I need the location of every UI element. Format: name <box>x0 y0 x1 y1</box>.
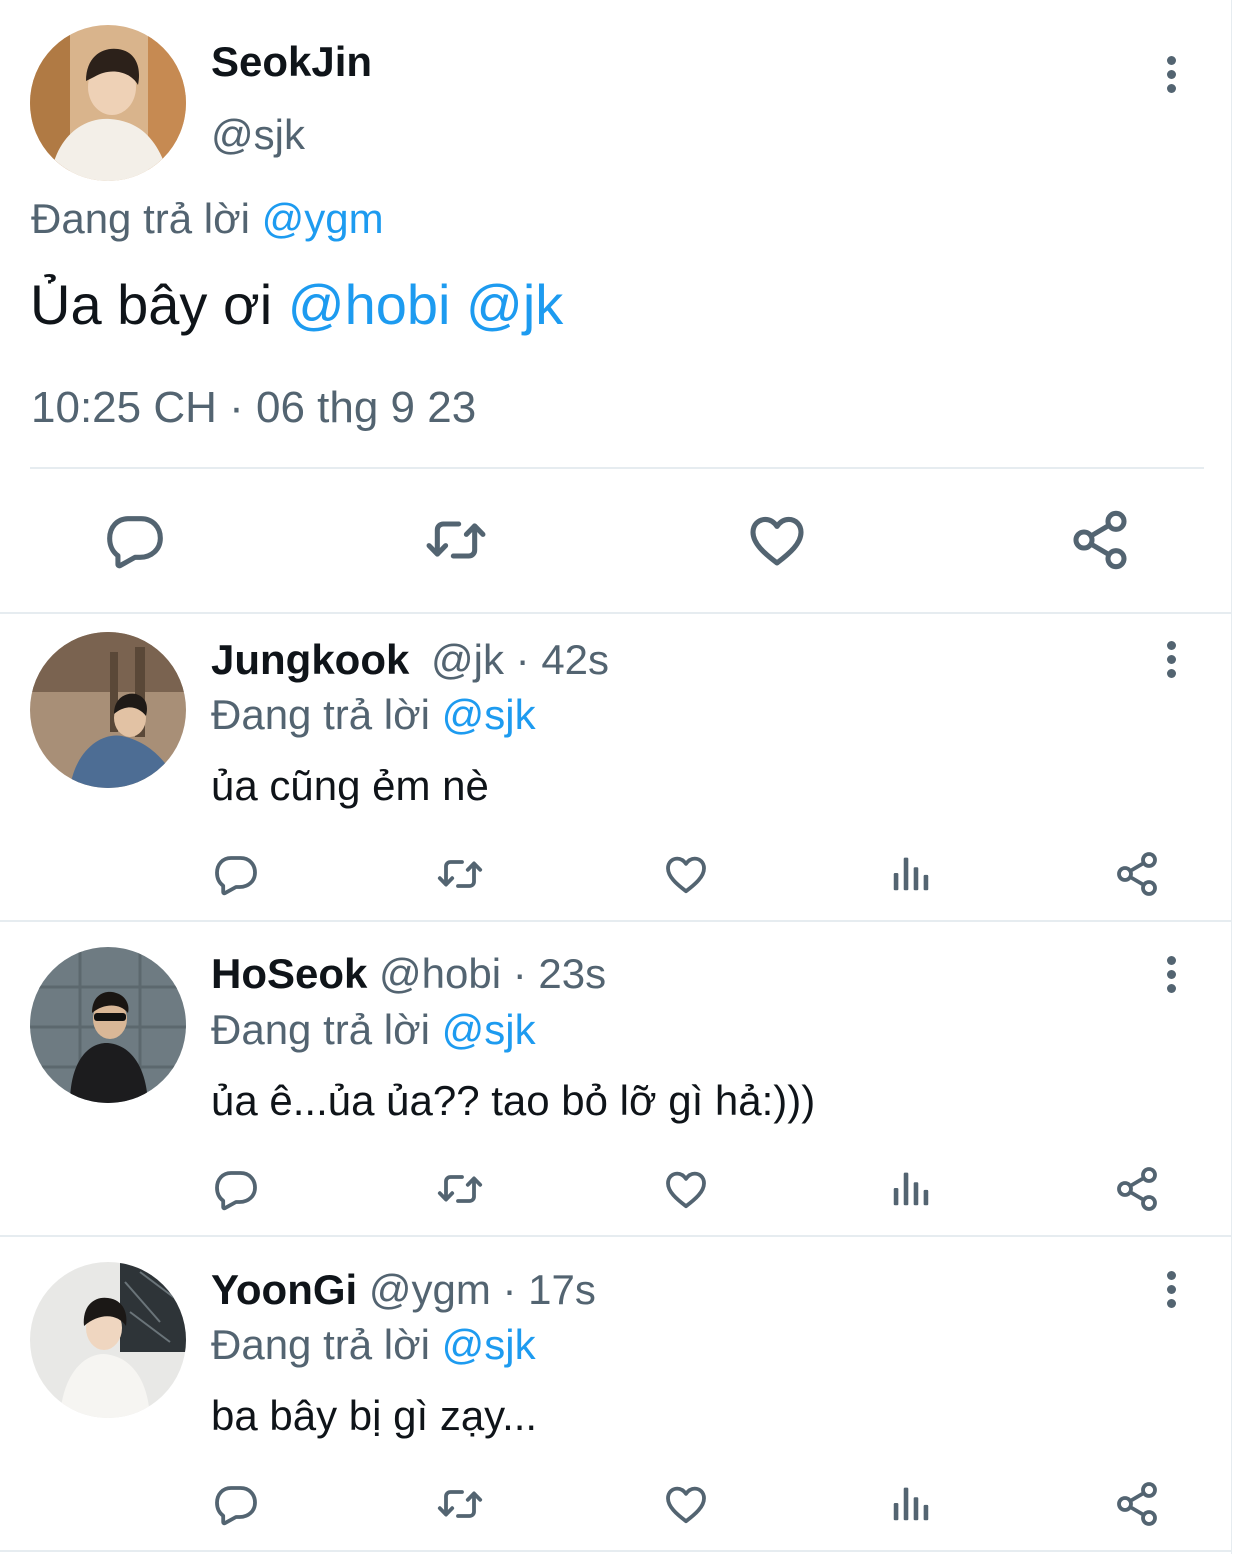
reply-icon[interactable] <box>212 850 260 898</box>
display-name[interactable]: YoonGi <box>211 1266 357 1313</box>
replying-to: Đang trả lời @ygm <box>31 195 384 243</box>
retweet-icon[interactable] <box>436 1480 484 1528</box>
handle[interactable]: @sjk <box>211 111 305 159</box>
views-icon[interactable] <box>888 1165 934 1211</box>
avatar[interactable] <box>30 632 186 788</box>
tweet-text: ủa ê...ủa ủa?? tao bỏ lỡ gì hả:))) <box>211 1077 816 1124</box>
relative-time[interactable]: · 17s <box>503 1266 596 1313</box>
views-icon[interactable] <box>888 850 934 896</box>
mention-link[interactable]: @ygm <box>262 195 384 242</box>
divider <box>0 1235 1231 1237</box>
replying-to: Đang trả lời @sjk <box>211 1006 536 1054</box>
retweet-icon[interactable] <box>424 508 488 572</box>
timestamp[interactable]: 10:25 CH · 06 thg 9 23 <box>31 383 476 433</box>
avatar[interactable] <box>30 25 186 181</box>
right-border <box>1231 0 1232 1554</box>
heart-icon[interactable] <box>745 508 809 572</box>
divider <box>0 920 1231 922</box>
replying-to: Đang trả lời @sjk <box>211 1321 536 1369</box>
replying-prefix: Đang trả lời <box>211 691 430 738</box>
heart-icon[interactable] <box>662 1480 710 1528</box>
retweet-icon[interactable] <box>436 1165 484 1213</box>
handle[interactable]: @ygm <box>369 1266 491 1313</box>
relative-time[interactable]: · 23s <box>513 950 606 997</box>
avatar[interactable] <box>30 947 186 1103</box>
share-icon[interactable] <box>1068 508 1132 572</box>
share-icon[interactable] <box>1113 850 1161 898</box>
heart-icon[interactable] <box>662 1165 710 1213</box>
tweet-text: Ủa bây ơi @hobi @jk <box>30 272 563 337</box>
display-name[interactable]: Jungkook <box>211 636 409 683</box>
reply-icon[interactable] <box>103 508 167 572</box>
mention-link[interactable]: @sjk <box>442 1321 536 1368</box>
reply-header: YoonGi @ygm · 17s <box>211 1266 596 1314</box>
handle[interactable]: @hobi <box>379 950 501 997</box>
replying-to: Đang trả lời @sjk <box>211 691 536 739</box>
mention-link[interactable]: @jk <box>466 273 563 336</box>
mention-link[interactable]: @sjk <box>442 691 536 738</box>
tweet-text: ủa cũng ẻm nè <box>211 762 489 809</box>
retweet-icon[interactable] <box>436 850 484 898</box>
more-options-icon[interactable] <box>1160 53 1184 97</box>
mention-link[interactable]: @sjk <box>442 1006 536 1053</box>
replying-prefix: Đang trả lời <box>211 1006 430 1053</box>
tweet-text: ba bây bị gì zạy... <box>211 1392 538 1439</box>
share-icon[interactable] <box>1113 1480 1161 1528</box>
divider <box>30 467 1204 469</box>
more-options-icon[interactable] <box>1160 1268 1184 1312</box>
display-name[interactable]: HoSeok <box>211 950 367 997</box>
display-name[interactable]: SeokJin <box>211 38 372 86</box>
divider <box>0 1550 1231 1552</box>
share-icon[interactable] <box>1113 1165 1161 1213</box>
reply-header: Jungkook @jk · 42s <box>211 636 609 684</box>
reply-icon[interactable] <box>212 1480 260 1528</box>
handle[interactable]: @jk <box>431 636 504 683</box>
avatar[interactable] <box>30 1262 186 1418</box>
mention-link[interactable]: @hobi <box>288 273 451 336</box>
heart-icon[interactable] <box>662 850 710 898</box>
reply-icon[interactable] <box>212 1165 260 1213</box>
more-options-icon[interactable] <box>1160 953 1184 997</box>
divider <box>0 612 1231 614</box>
reply-header: HoSeok @hobi · 23s <box>211 950 606 998</box>
replying-prefix: Đang trả lời <box>211 1321 430 1368</box>
tweet-body: Ủa bây ơi <box>30 273 273 336</box>
replying-prefix: Đang trả lời <box>31 195 250 242</box>
relative-time[interactable]: · 42s <box>516 636 609 683</box>
more-options-icon[interactable] <box>1160 638 1184 682</box>
views-icon[interactable] <box>888 1480 934 1526</box>
